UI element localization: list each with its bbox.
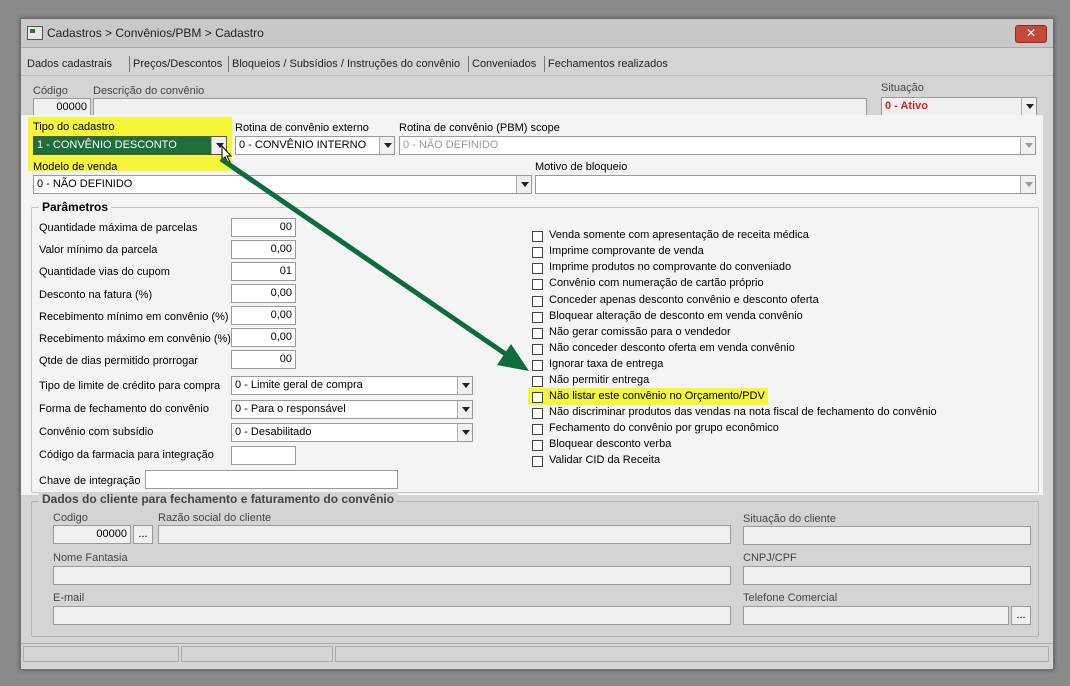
cadastro-window: Cadastros > Convênios/PBM > Cadastro ✕ D… bbox=[20, 18, 1054, 670]
annotation-arrow bbox=[219, 156, 529, 371]
